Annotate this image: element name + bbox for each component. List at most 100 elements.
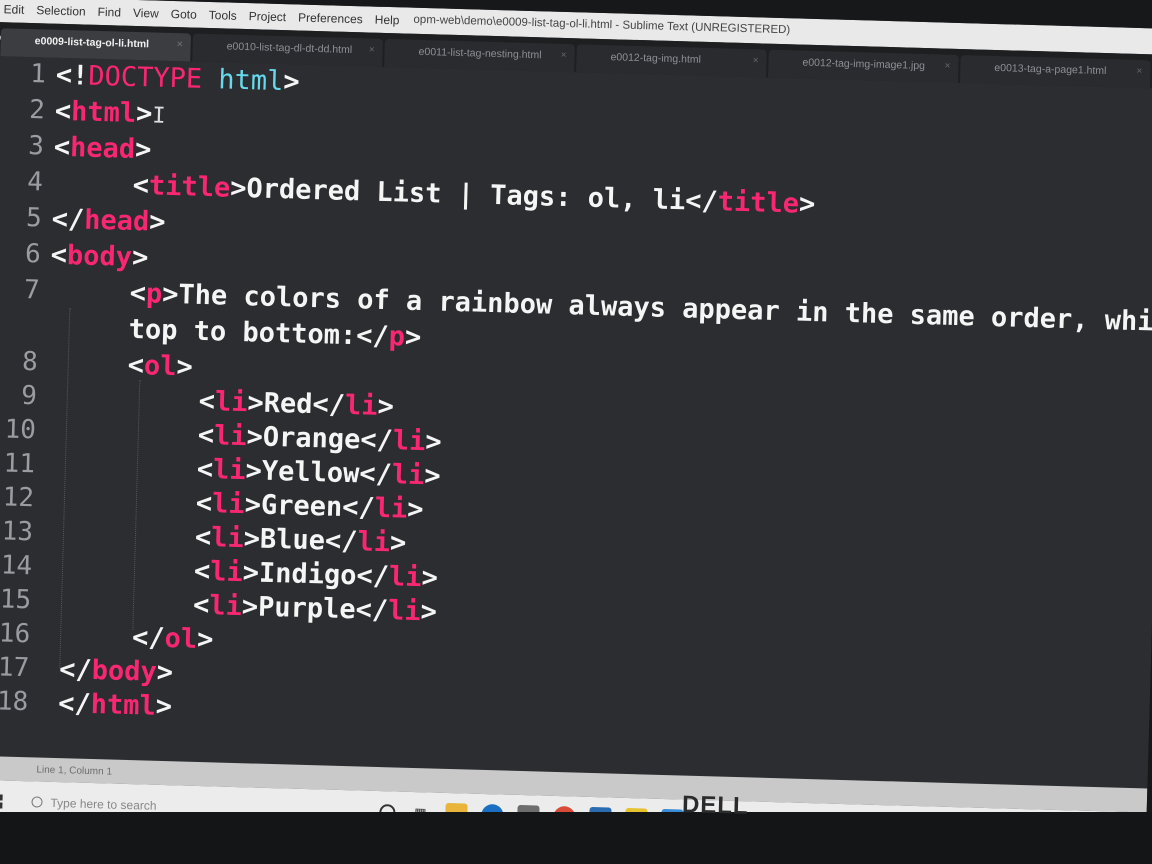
title-text: Ordered List | Tags: ol, li: [246, 173, 686, 217]
line-number: 13: [1, 516, 34, 548]
close-icon[interactable]: ×: [177, 39, 183, 50]
tag-name: ol: [143, 350, 177, 383]
list-item-text: Orange: [262, 421, 361, 456]
line-number: 5: [25, 202, 43, 234]
menu-help[interactable]: Help: [375, 13, 400, 28]
code-line-17: </body>: [58, 654, 174, 689]
tab-label: e0012-tag-img-image1.jpg: [802, 56, 926, 73]
code-line-15: <li>Purple</li>: [192, 589, 438, 628]
list-item-text: Red: [263, 387, 313, 421]
code-line-16: </ol>: [131, 622, 214, 656]
code-line-13: <li>Blue</li>: [194, 521, 407, 559]
code-area[interactable]: <!DOCTYPE html> <html>I <head> <title>Or…: [37, 58, 1152, 789]
menu-tools[interactable]: Tools: [209, 8, 237, 23]
tag-name: li: [210, 522, 245, 555]
list-item-text: Purple: [257, 591, 357, 626]
menu-goto[interactable]: Goto: [171, 7, 197, 22]
doctype-attr: html: [217, 64, 284, 98]
list-item-text: Blue: [259, 523, 326, 557]
tag-name: p: [388, 321, 406, 353]
line-number: 7: [23, 274, 41, 306]
line-number: 15: [0, 584, 32, 616]
menu-project[interactable]: Project: [249, 9, 287, 24]
tag-name: li: [344, 389, 378, 422]
text-cursor-icon: I: [151, 103, 166, 129]
list-item-text: Green: [260, 489, 343, 523]
tag-name: title: [148, 170, 231, 204]
tag-name: head: [69, 132, 136, 165]
code-line-5: </head>: [51, 203, 166, 238]
tag-name: html: [70, 96, 137, 130]
menu-view[interactable]: View: [133, 6, 159, 21]
list-item-text: Yellow: [261, 455, 360, 490]
tag-name: body: [66, 240, 133, 273]
tag-name: li: [391, 459, 425, 492]
punct: >: [282, 66, 301, 98]
menu-selection[interactable]: Selection: [36, 3, 86, 18]
close-icon[interactable]: ×: [1136, 66, 1142, 77]
close-icon[interactable]: ×: [561, 50, 567, 61]
code-line-9: <li>Red</li>: [198, 385, 395, 423]
search-icon: [31, 796, 43, 808]
line-number: 1: [29, 59, 47, 90]
tag-name: li: [211, 488, 246, 521]
tag-name: head: [83, 204, 150, 238]
tab-label: e0012-tag-img.html: [610, 51, 702, 66]
tab-label: e0010-list-tag-dl-dt-dd.html: [226, 40, 353, 57]
line-number: 12: [2, 482, 35, 514]
dell-logo: DELL: [681, 791, 750, 820]
indent-guide: [132, 380, 141, 631]
code-line-11: <li>Yellow</li>: [196, 453, 442, 492]
code-line-1: <!DOCTYPE html>: [55, 60, 300, 98]
punct: <!: [55, 59, 89, 92]
code-line-18: </html>: [57, 688, 173, 723]
line-number: 14: [0, 550, 33, 582]
close-icon[interactable]: ×: [944, 61, 950, 72]
tag-name: li: [213, 420, 248, 453]
close-icon[interactable]: ×: [369, 44, 375, 55]
menu-preferences[interactable]: Preferences: [298, 11, 363, 27]
line-number: 9: [20, 380, 38, 412]
tag-name: li: [374, 492, 408, 525]
menu-edit[interactable]: Edit: [3, 2, 24, 17]
tag-name: li: [208, 590, 243, 623]
code-editor[interactable]: 1 2 3 4 5 6 7 8 9 10 11 12 13 14 15 16 1…: [0, 55, 1152, 789]
monitor-screen: Edit Selection Find View Goto Tools Proj…: [0, 0, 1152, 854]
tag-name: ol: [164, 623, 198, 655]
tag-name: li: [214, 386, 248, 419]
tab-label: e0011-list-tag-nesting.html: [418, 45, 542, 62]
line-number: 2: [28, 95, 46, 126]
code-line-7-wrap: top to bottom:</p>: [128, 313, 422, 354]
line-number: 18: [0, 686, 29, 718]
paragraph-text: top to bottom:: [128, 313, 357, 352]
menu-find[interactable]: Find: [97, 5, 121, 20]
cursor-position: Line 1, Column 1: [36, 763, 113, 778]
window-title: opm-web\demo\e0009-list-tag-ol-li.html -…: [413, 13, 791, 37]
search-placeholder: Type here to search: [50, 795, 157, 813]
code-line-10: <li>Orange</li>: [197, 419, 443, 458]
windows-logo-icon: [0, 793, 3, 809]
line-number: 16: [0, 618, 31, 650]
code-line-2: <html>I: [54, 95, 166, 130]
tab-label: e0013-tag-a-page1.html: [994, 61, 1107, 78]
tag-name: li: [209, 556, 244, 589]
tab-label: e0009-list-tag-ol-li.html: [34, 35, 150, 51]
line-number: 10: [4, 414, 37, 446]
code-line-3: <head>: [53, 131, 152, 166]
tag-name: body: [91, 654, 158, 688]
line-number: 8: [21, 346, 39, 378]
indent-guide: [59, 308, 71, 669]
tag-name: p: [145, 278, 163, 310]
line-number: 11: [3, 448, 36, 480]
tag-name: li: [392, 425, 426, 458]
code-line-4: <title>Ordered List | Tags: ol, li</titl…: [132, 169, 816, 221]
doctype-keyword: DOCTYPE: [87, 60, 203, 95]
code-line-8: <ol>: [127, 349, 194, 383]
tag-name: html: [90, 688, 157, 722]
line-number: 4: [26, 167, 44, 198]
monitor-bezel: [0, 812, 1152, 864]
code-line-12: <li>Green</li>: [195, 487, 424, 526]
close-icon[interactable]: ×: [752, 55, 758, 66]
tag-name: li: [212, 454, 247, 487]
code-line-6: <body>: [50, 239, 149, 274]
